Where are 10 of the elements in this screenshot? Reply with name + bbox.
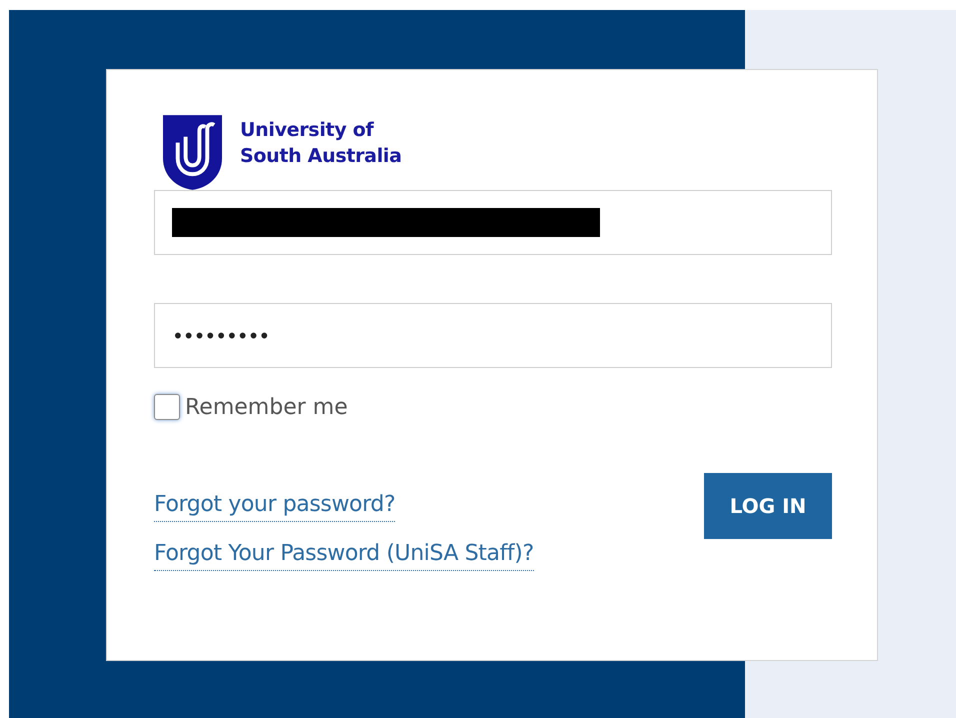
logo-text: South Australia (240, 144, 402, 169)
shield-logo-icon (163, 115, 222, 190)
remember-checkbox[interactable] (154, 394, 180, 420)
password-field[interactable]: ••••••••• (154, 303, 832, 368)
forgot-password-link[interactable]: Forgot Your Password (UniSA Staff)? (154, 538, 534, 571)
login-button[interactable]: LOG IN (704, 473, 832, 539)
logo-text: University of (240, 118, 374, 143)
forgot-password-link[interactable]: Forgot your password? (154, 489, 396, 522)
checkbox-label[interactable]: Remember me (185, 394, 348, 420)
username-field[interactable] (154, 190, 832, 255)
